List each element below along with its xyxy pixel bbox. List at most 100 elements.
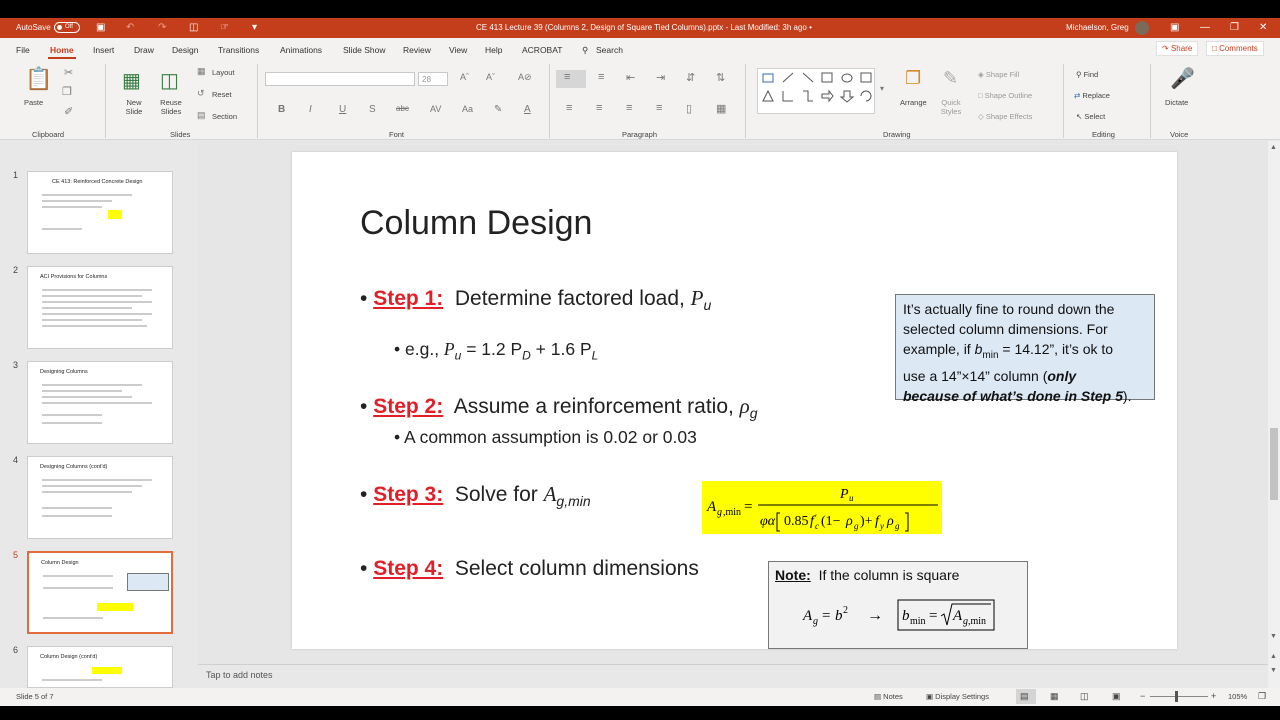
new-slide-label[interactable]: New Slide [122, 98, 146, 116]
tab-view[interactable]: View [449, 45, 467, 55]
columns-icon[interactable]: ▯ [686, 102, 692, 115]
slide-thumbnails-panel[interactable]: 1 CE 413: Reinforced Concrete Design 2 A… [0, 141, 198, 688]
bullets-button[interactable] [556, 70, 586, 88]
format-painter-icon[interactable]: ✐ [64, 105, 73, 118]
fit-to-window-icon[interactable]: ❐ [1258, 691, 1266, 702]
slide-thumbnail[interactable]: ACI Provisions for Columns [27, 266, 173, 349]
reset-icon[interactable]: ↺ [197, 88, 205, 99]
smartart-icon[interactable]: ▦ [716, 102, 726, 115]
numbering-icon[interactable]: ≡ [598, 71, 604, 83]
zoom-slider-thumb[interactable] [1175, 691, 1178, 702]
share-button[interactable]: ↷ Share [1156, 41, 1199, 56]
align-left-icon[interactable]: ≡ [566, 102, 572, 114]
tab-design[interactable]: Design [172, 45, 198, 55]
slide-thumbnail[interactable]: Column Design (cont'd) [27, 646, 173, 688]
step-3[interactable]: • Step 3: Solve for Ag,min [360, 482, 591, 509]
step-1-example[interactable]: • e.g., Pu = 1.2 PD + 1.6 PL [394, 339, 598, 363]
arrange-icon[interactable]: ❐ [905, 68, 921, 89]
paste-label[interactable]: Paste [24, 98, 43, 107]
tab-acrobat[interactable]: ACROBAT [522, 45, 562, 55]
section-button[interactable]: Section [212, 112, 237, 121]
slide-thumbnail[interactable]: CE 413: Reinforced Concrete Design [27, 171, 173, 254]
underline-button[interactable]: U [339, 104, 346, 115]
previous-slide-icon[interactable]: ▲ [1270, 653, 1277, 660]
slide-show-icon[interactable]: ▣ [1112, 691, 1121, 702]
justify-icon[interactable]: ≡ [656, 102, 662, 114]
tab-review[interactable]: Review [403, 45, 431, 55]
reuse-slides-label[interactable]: Reuse Slides [158, 98, 184, 116]
customize-toolbar-icon[interactable]: ▾ [252, 22, 257, 33]
step-1[interactable]: • Step 1: Determine factored load, Pu [360, 286, 711, 313]
copy-icon[interactable]: ❐ [62, 85, 72, 98]
zoom-out-icon[interactable]: − [1140, 691, 1145, 701]
italic-button[interactable]: I [309, 104, 312, 115]
autosave-toggle[interactable]: Off [54, 22, 80, 33]
step-2[interactable]: • Step 2: Assume a reinforcement ratio, … [360, 394, 758, 421]
quick-styles-icon[interactable]: ✎ [943, 68, 958, 89]
shape-fill-button[interactable]: ◈ Shape Fill [978, 70, 1019, 79]
zoom-in-icon[interactable]: + [1211, 691, 1216, 701]
dictate-label[interactable]: Dictate [1165, 98, 1188, 107]
font-color-icon[interactable]: A [524, 104, 531, 115]
touch-mode-icon[interactable]: ☞ [220, 22, 229, 33]
callout-box[interactable]: It’s actually fine to round down the sel… [895, 294, 1155, 404]
clear-formatting-icon[interactable]: A⊘ [518, 72, 532, 83]
paste-icon[interactable]: 📋 [25, 66, 52, 92]
user-name[interactable]: Michaelson, Greg [1066, 23, 1129, 32]
scroll-down-icon[interactable]: ▼ [1270, 633, 1277, 640]
avatar[interactable] [1135, 21, 1149, 35]
replace-button[interactable]: ⇄ Replace [1074, 91, 1110, 100]
decrease-indent-icon[interactable]: ⇤ [626, 71, 635, 84]
shadow-button[interactable]: S [369, 104, 376, 115]
slide[interactable]: Column Design • Step 1: Determine factor… [292, 152, 1177, 649]
ag-min-formula[interactable]: A g ,min = P u φα 0.85 f ′ c (1− ρ g )+ … [702, 481, 942, 534]
layout-button[interactable]: Layout [212, 68, 235, 77]
minimize-icon[interactable]: — [1200, 22, 1210, 33]
align-right-icon[interactable]: ≡ [626, 102, 632, 114]
zoom-slider[interactable] [1150, 696, 1208, 697]
tab-animations[interactable]: Animations [280, 45, 322, 55]
tab-insert[interactable]: Insert [93, 45, 114, 55]
decrease-font-icon[interactable]: Aˇ [486, 72, 495, 82]
step-2-detail[interactable]: • A common assumption is 0.02 or 0.03 [394, 427, 697, 448]
note-box[interactable]: Note: If the column is square A g = b 2 … [768, 561, 1028, 649]
arrange-label[interactable]: Arrange [900, 98, 927, 107]
microphone-icon[interactable]: 🎤 [1170, 66, 1195, 91]
highlight-icon[interactable]: ✎ [494, 104, 502, 115]
maximize-icon[interactable]: ❐ [1230, 22, 1239, 33]
text-direction-icon[interactable]: ⇅ [716, 71, 725, 84]
layout-icon[interactable]: ▦ [197, 66, 206, 77]
notes-button[interactable]: ▤ Notes [874, 692, 903, 701]
quick-styles-label[interactable]: Quick Styles [938, 98, 964, 116]
search-icon[interactable]: ⚲ [582, 45, 588, 56]
redo-icon[interactable]: ↷ [158, 22, 166, 33]
scroll-up-icon[interactable]: ▲ [1270, 144, 1277, 151]
slide-title[interactable]: Column Design [360, 204, 592, 243]
line-spacing-icon[interactable]: ⇵ [686, 71, 695, 84]
tab-draw[interactable]: Draw [134, 45, 154, 55]
close-icon[interactable]: ✕ [1259, 22, 1267, 33]
bold-button[interactable]: B [278, 104, 285, 115]
slide-sorter-icon[interactable]: ▦ [1050, 691, 1059, 702]
reuse-slides-icon[interactable]: ◫ [160, 68, 179, 93]
save-icon[interactable]: ▣ [96, 22, 105, 33]
zoom-level[interactable]: 105% [1228, 692, 1247, 701]
slide-thumbnail[interactable]: Designing Columns [27, 361, 173, 444]
increase-indent-icon[interactable]: ⇥ [656, 71, 665, 84]
notes-pane[interactable]: Tap to add notes [198, 664, 1268, 688]
shape-effects-button[interactable]: ◇ Shape Effects [978, 112, 1032, 121]
new-slide-icon[interactable]: ▦ [122, 68, 141, 93]
cut-icon[interactable]: ✂ [64, 66, 73, 79]
comments-button[interactable]: □ Comments [1206, 41, 1264, 56]
step-4[interactable]: • Step 4: Select column dimensions [360, 557, 699, 581]
tab-help[interactable]: Help [485, 45, 502, 55]
shapes-more-icon[interactable]: ▾ [880, 84, 884, 93]
strikethrough-button[interactable]: abc [396, 104, 409, 113]
search-label[interactable]: Search [596, 45, 623, 55]
scrollbar-thumb[interactable] [1270, 428, 1278, 500]
increase-font-icon[interactable]: Aˆ [460, 72, 469, 82]
next-slide-icon[interactable]: ▼ [1270, 667, 1277, 674]
undo-icon[interactable]: ↶ [126, 22, 134, 33]
tab-file[interactable]: File [16, 45, 30, 55]
align-center-icon[interactable]: ≡ [596, 102, 602, 114]
